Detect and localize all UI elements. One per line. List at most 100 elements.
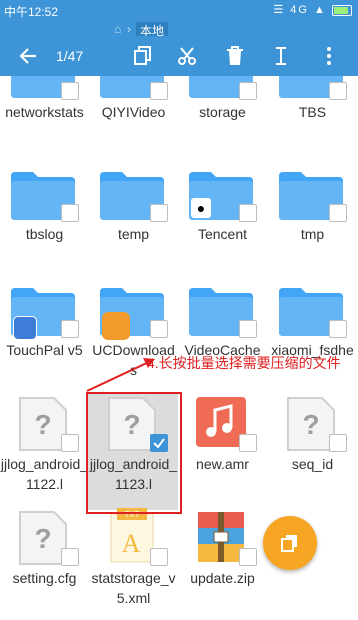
svg-text:?: ? bbox=[302, 409, 319, 440]
file-name: jjlog_android_1122.l bbox=[0, 456, 89, 492]
file-icon-wrap bbox=[279, 286, 347, 338]
svg-text:?: ? bbox=[34, 523, 51, 554]
file-icon-wrap bbox=[100, 170, 168, 222]
more-vertical-icon bbox=[327, 47, 331, 65]
item-checkbox[interactable] bbox=[61, 82, 79, 100]
svg-text:A: A bbox=[122, 529, 141, 558]
fab-button[interactable] bbox=[263, 516, 317, 570]
file-item[interactable]: TouchPal v5 bbox=[0, 286, 89, 396]
file-name: storage bbox=[199, 104, 246, 120]
file-item[interactable]: ● Tencent bbox=[178, 170, 267, 280]
file-item[interactable]: tbslog bbox=[0, 170, 89, 280]
item-checkbox[interactable] bbox=[329, 320, 347, 338]
copy-icon bbox=[134, 46, 151, 65]
file-name: TBS bbox=[298, 104, 327, 120]
file-name: QIYIVideo bbox=[101, 104, 166, 120]
item-checkbox[interactable] bbox=[239, 434, 257, 452]
file-item[interactable]: networkstats bbox=[0, 76, 89, 158]
file-name: Tencent bbox=[197, 226, 248, 242]
trash-icon bbox=[227, 46, 243, 65]
home-icon[interactable]: ⌂ bbox=[114, 22, 121, 36]
file-icon-wrap: TXT A bbox=[100, 508, 168, 566]
file-icon-wrap bbox=[100, 286, 168, 340]
file-item[interactable]: ? seq_id bbox=[268, 397, 357, 510]
file-icon-wrap bbox=[189, 512, 257, 566]
file-item[interactable]: storage bbox=[178, 76, 267, 158]
file-item[interactable]: TBS bbox=[268, 76, 357, 158]
file-name: setting.cfg bbox=[12, 570, 77, 586]
file-name: tbslog bbox=[25, 226, 64, 242]
file-name: temp bbox=[117, 226, 150, 242]
file-icon-wrap bbox=[11, 286, 79, 340]
battery-icon bbox=[332, 4, 352, 16]
item-checkbox[interactable] bbox=[329, 82, 347, 100]
item-checkbox[interactable] bbox=[61, 434, 79, 452]
uc-icon bbox=[102, 312, 130, 340]
file-icon-wrap bbox=[100, 76, 168, 100]
arrow-left-icon bbox=[19, 48, 36, 64]
file-item[interactable]: TXT A statstorage_v5.xml bbox=[89, 508, 178, 620]
file-item[interactable]: new.amr bbox=[178, 397, 267, 510]
file-item[interactable]: ? setting.cfg bbox=[0, 511, 89, 620]
breadcrumb: ⌂ › 本地 bbox=[0, 22, 358, 39]
back-button[interactable] bbox=[10, 36, 46, 76]
file-icon-wrap: ● bbox=[189, 170, 257, 222]
selection-outline bbox=[86, 392, 182, 514]
file-item[interactable]: VideoCache bbox=[178, 286, 267, 396]
file-name: new.amr bbox=[196, 456, 249, 472]
file-name: statstorage_v5.xml bbox=[91, 570, 176, 606]
file-icon-wrap: ? bbox=[11, 511, 79, 566]
item-checkbox[interactable] bbox=[239, 204, 257, 222]
file-icon-wrap: ? bbox=[279, 397, 347, 452]
item-checkbox[interactable] bbox=[150, 82, 168, 100]
file-name: networkstats bbox=[5, 104, 84, 120]
annotation-text: 4.长按批量选择需要压缩的文件 bbox=[147, 355, 341, 371]
file-item[interactable]: ? jjlog_android_1122.l bbox=[0, 397, 89, 510]
item-checkbox[interactable] bbox=[150, 548, 168, 566]
file-icon-wrap bbox=[11, 170, 79, 222]
status-time: 中午12:52 bbox=[4, 5, 59, 19]
file-item[interactable]: temp bbox=[89, 170, 178, 280]
file-name: seq_id bbox=[291, 456, 334, 472]
item-checkbox[interactable] bbox=[61, 320, 79, 338]
text-cursor-icon bbox=[276, 47, 286, 65]
rename-button[interactable] bbox=[266, 36, 296, 76]
file-icon-wrap: ? bbox=[11, 397, 79, 452]
toolbar: 1/47 bbox=[0, 36, 358, 76]
item-checkbox[interactable] bbox=[150, 204, 168, 222]
item-checkbox[interactable] bbox=[61, 204, 79, 222]
file-item[interactable]: xiaomi_fsdhe bbox=[268, 286, 357, 396]
file-icon-wrap bbox=[11, 76, 79, 100]
copy-icon bbox=[281, 535, 297, 552]
copy-button[interactable] bbox=[128, 36, 158, 76]
file-icon-wrap bbox=[189, 286, 257, 338]
delete-button[interactable] bbox=[220, 36, 250, 76]
qq-icon: ● bbox=[191, 198, 211, 218]
file-item[interactable]: QIYIVideo bbox=[89, 76, 178, 158]
file-item[interactable]: update.zip bbox=[178, 512, 267, 620]
item-checkbox[interactable] bbox=[239, 320, 257, 338]
file-name: update.zip bbox=[190, 570, 255, 586]
wifi-icon: ☰ bbox=[273, 4, 286, 16]
touchpal-icon bbox=[13, 316, 37, 340]
file-icon-wrap bbox=[189, 76, 257, 100]
file-icon-wrap bbox=[279, 170, 347, 222]
file-icon-wrap bbox=[279, 76, 347, 100]
item-checkbox[interactable] bbox=[61, 548, 79, 566]
item-checkbox[interactable] bbox=[239, 82, 257, 100]
file-icon-wrap bbox=[189, 397, 257, 452]
more-button[interactable] bbox=[314, 36, 344, 76]
item-checkbox[interactable] bbox=[150, 320, 168, 338]
file-item[interactable]: tmp bbox=[268, 170, 357, 280]
selection-counter: 1/47 bbox=[56, 48, 84, 64]
item-checkbox[interactable] bbox=[329, 204, 347, 222]
svg-text:?: ? bbox=[34, 409, 51, 440]
scissors-icon bbox=[178, 47, 196, 65]
cut-button[interactable] bbox=[172, 36, 202, 76]
chevron-right-icon: › bbox=[127, 22, 131, 36]
item-checkbox[interactable] bbox=[239, 548, 257, 566]
signal-icon: ▲ bbox=[314, 4, 327, 16]
file-name: TouchPal v5 bbox=[6, 342, 83, 358]
item-checkbox[interactable] bbox=[329, 434, 347, 452]
signal-label: 4G bbox=[290, 4, 309, 16]
